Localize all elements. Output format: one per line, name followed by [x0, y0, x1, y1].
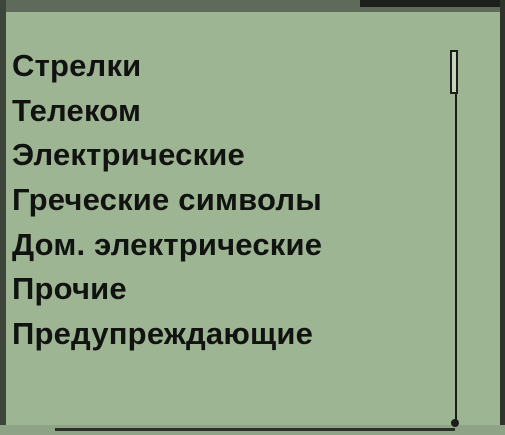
- left-bezel: [0, 0, 6, 435]
- right-bezel: [500, 0, 505, 435]
- scrollbar-end-marker: [451, 419, 459, 427]
- top-bezel-shadow: [360, 0, 505, 7]
- menu-item-other[interactable]: Прочие: [12, 267, 322, 312]
- bottom-divider: [55, 428, 455, 431]
- lcd-screen: Стрелки Телеком Электрические Греческие …: [0, 0, 505, 435]
- menu-item-warning[interactable]: Предупреждающие: [12, 312, 322, 357]
- scrollbar-thumb[interactable]: [450, 50, 458, 94]
- menu-item-home-electrical[interactable]: Дом. электрические: [12, 223, 322, 268]
- menu-item-telecom[interactable]: Телеком: [12, 89, 322, 134]
- menu-item-electrical[interactable]: Электрические: [12, 133, 322, 178]
- menu-item-arrows[interactable]: Стрелки: [12, 44, 322, 89]
- menu-item-greek-symbols[interactable]: Греческие символы: [12, 178, 322, 223]
- scrollbar-track[interactable]: [455, 52, 457, 424]
- symbol-category-list: Стрелки Телеком Электрические Греческие …: [12, 44, 322, 357]
